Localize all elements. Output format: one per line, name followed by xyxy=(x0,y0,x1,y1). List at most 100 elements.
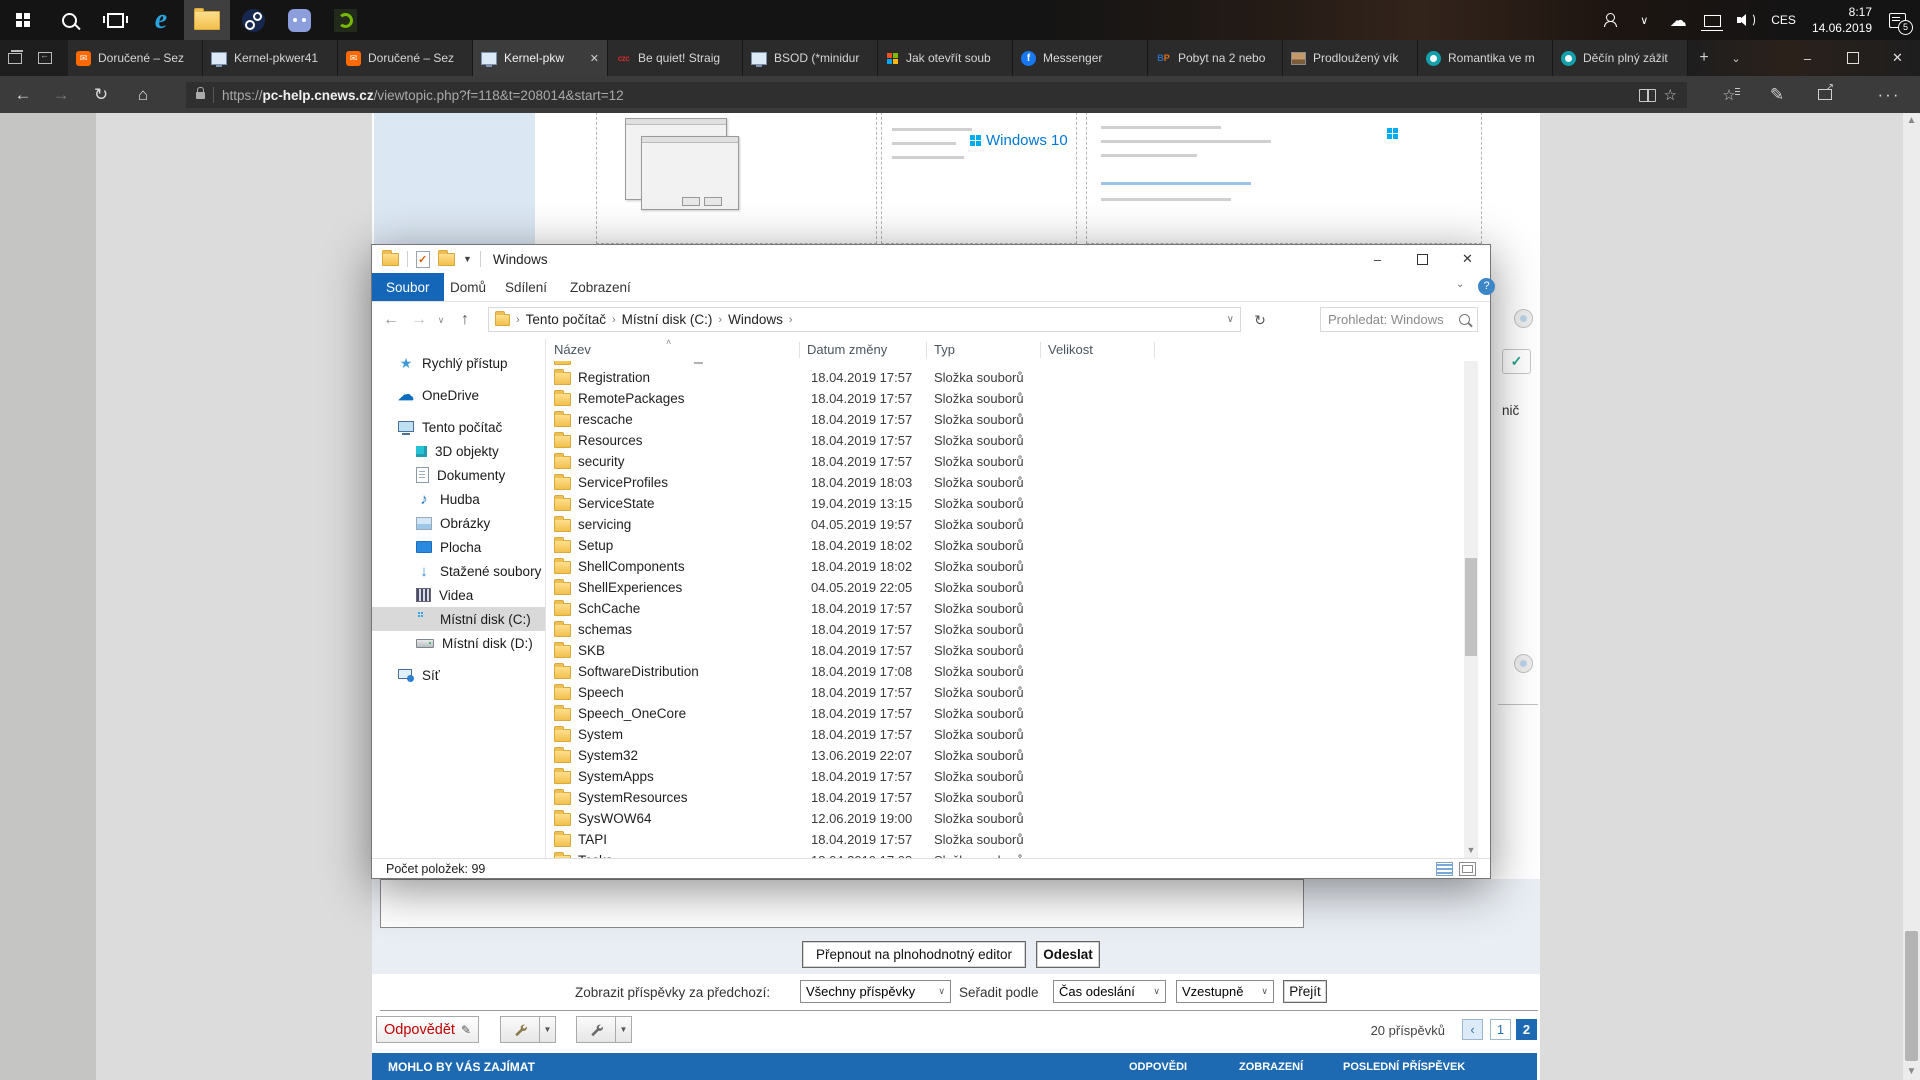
post-screenshot-thumbnail[interactable]: Windows 10 xyxy=(881,107,1077,244)
scroll-down-icon[interactable]: ▼ xyxy=(1903,1064,1920,1080)
sidebar-item-rychl-p-stup[interactable]: Rychlý přístup xyxy=(372,351,545,375)
switch-editor-button[interactable]: Přepnout na plnohodnotný editor xyxy=(802,941,1026,968)
browser-tab[interactable]: Doručené – Sez xyxy=(68,40,203,76)
sort-select[interactable]: Čas odeslání∨ xyxy=(1053,980,1166,1003)
file-row[interactable]: ServiceProfiles18.04.2019 18:03Složka so… xyxy=(546,473,1446,494)
refresh-button[interactable]: ↻ xyxy=(1248,302,1272,338)
column-date[interactable]: Datum změny xyxy=(807,342,887,357)
nav-forward-button[interactable]: → xyxy=(406,302,432,338)
tab-soubor[interactable]: Soubor xyxy=(372,273,444,301)
column-name[interactable]: Název xyxy=(554,342,591,357)
sidebar-item-m-stn-disk-c-[interactable]: Místní disk (C:) xyxy=(372,607,545,631)
breadcrumb-disk-c[interactable]: Místní disk (C:) xyxy=(622,312,713,327)
submit-button[interactable]: Odeslat xyxy=(1036,941,1100,968)
maximize-button[interactable] xyxy=(1400,245,1445,273)
network-tray-button[interactable] xyxy=(1703,11,1721,29)
explorer-search-input[interactable]: Prohledat: Windows xyxy=(1320,307,1478,332)
forward-button[interactable]: → xyxy=(44,76,78,113)
tab-list-chevron-button[interactable]: ⌄ xyxy=(1720,40,1752,76)
tab-close-icon[interactable]: ✕ xyxy=(590,52,599,65)
browser-tab[interactable]: Messenger xyxy=(1013,40,1148,76)
details-view-icon[interactable] xyxy=(1436,862,1453,876)
close-button[interactable]: ✕ xyxy=(1445,245,1490,273)
file-row[interactable]: TAPI18.04.2019 17:57Složka souborů xyxy=(546,830,1446,851)
pagination-page-1[interactable]: 1 xyxy=(1490,1019,1511,1040)
tab-sdileni[interactable]: Sdílení xyxy=(491,273,561,301)
favorites-hub-button[interactable]: ☆ xyxy=(1712,76,1746,113)
column-type[interactable]: Typ xyxy=(934,342,955,357)
nav-back-button[interactable]: ← xyxy=(378,302,404,338)
sidebar-item-sta-en-soubory[interactable]: Stažené soubory xyxy=(372,559,545,583)
customize-qat-chevron-icon[interactable]: ▼ xyxy=(463,254,472,264)
file-row[interactable]: Resources18.04.2019 17:57Složka souborů xyxy=(546,431,1446,452)
clock[interactable]: 8:1714.06.2019 xyxy=(1812,4,1872,36)
dropdown-arrow-icon[interactable]: ▼ xyxy=(540,1016,556,1043)
scroll-down-icon[interactable]: ▼ xyxy=(1464,843,1478,858)
address-bar[interactable]: https://pc-help.cnews.cz/viewtopic.php?f… xyxy=(186,82,1687,108)
explorer-title-bar[interactable]: ▼ Windows – ✕ xyxy=(372,245,1490,273)
maximize-button[interactable] xyxy=(1830,40,1875,76)
browser-tab[interactable]: Jak otevřít soub xyxy=(878,40,1013,76)
keyboard-language-button[interactable]: CES xyxy=(1771,13,1796,27)
help-icon[interactable]: ? xyxy=(1478,278,1495,295)
volume-tray-button[interactable] xyxy=(1737,11,1755,29)
breadcrumb[interactable]: › Tento počítač › Místní disk (C:) › Win… xyxy=(488,307,1241,332)
sidebar-item-s-[interactable]: Síť xyxy=(372,663,545,687)
order-select[interactable]: Vzestupně∨ xyxy=(1176,980,1274,1003)
breadcrumb-windows[interactable]: Windows xyxy=(728,312,783,327)
annotate-button[interactable]: ✎ xyxy=(1760,76,1794,113)
recent-locations-chevron-icon[interactable]: ∨ xyxy=(432,302,450,338)
taskbar-nvidia-button[interactable] xyxy=(322,0,368,40)
new-folder-icon[interactable] xyxy=(438,253,455,266)
new-tab-button[interactable]: + xyxy=(1688,40,1720,76)
task-view-button[interactable] xyxy=(92,0,138,40)
post-badge-icon[interactable] xyxy=(1514,309,1533,328)
tab-preview-button[interactable] xyxy=(0,40,30,76)
file-row[interactable]: Registration18.04.2019 17:57Složka soubo… xyxy=(546,368,1446,389)
sidebar-item-m-stn-disk-d-[interactable]: Místní disk (D:) xyxy=(372,631,545,655)
minimize-button[interactable]: – xyxy=(1355,245,1400,273)
properties-icon[interactable] xyxy=(416,251,430,268)
file-row[interactable]: System18.04.2019 17:57Složka souborů xyxy=(546,725,1446,746)
file-row[interactable]: RemotePackages18.04.2019 17:57Složka sou… xyxy=(546,389,1446,410)
settings-more-button[interactable]: ··· xyxy=(1872,76,1906,113)
file-row[interactable]: servicing04.05.2019 19:57Složka souborů xyxy=(546,515,1446,536)
dropdown-arrow-icon[interactable]: ▼ xyxy=(616,1016,632,1043)
file-row[interactable]: ShellComponents18.04.2019 18:02Složka so… xyxy=(546,557,1446,578)
thumbnail-view-icon[interactable] xyxy=(1459,862,1476,876)
explorer-scrollbar[interactable]: ▲ ▼ xyxy=(1464,339,1478,858)
file-row[interactable]: System3213.06.2019 22:07Složka souborů xyxy=(546,746,1446,767)
taskbar-explorer-button[interactable] xyxy=(184,0,230,40)
scroll-up-icon[interactable]: ▲ xyxy=(1903,113,1920,129)
browser-tab[interactable]: Prodloužený vík xyxy=(1283,40,1418,76)
browser-tab[interactable]: Kernel-pkwer41 xyxy=(203,40,338,76)
refresh-button[interactable]: ↻ xyxy=(84,76,118,113)
post-screenshot-thumbnail[interactable] xyxy=(1086,107,1482,244)
sidebar-item-3d-objekty[interactable]: 3D objekty xyxy=(372,439,545,463)
pagination-prev-button[interactable]: ‹ xyxy=(1462,1019,1483,1040)
share-button[interactable] xyxy=(1808,76,1842,113)
post-badge-icon[interactable] xyxy=(1514,654,1533,673)
browser-tab[interactable]: Kernel-pkw✕ xyxy=(473,40,608,76)
taskbar-discord-button[interactable] xyxy=(276,0,322,40)
sidebar-item-tento-po-ta-[interactable]: Tento počítač xyxy=(372,415,545,439)
action-center-button[interactable]: 5 xyxy=(1888,11,1906,29)
file-row-partial[interactable]: Tasks18.04.2019 17:08Složka souborů xyxy=(546,851,1446,858)
browser-tab[interactable]: Be quiet! Straig xyxy=(608,40,743,76)
browser-tab[interactable]: Pobyt na 2 nebo xyxy=(1148,40,1283,76)
page-scrollbar[interactable]: ▲ ▼ xyxy=(1903,113,1920,1080)
sidebar-item-hudba[interactable]: Hudba xyxy=(372,487,545,511)
taskbar-edge-button[interactable]: e xyxy=(138,0,184,40)
nav-up-button[interactable]: ↑ xyxy=(452,302,478,338)
file-row[interactable]: rescache18.04.2019 17:57Složka souborů xyxy=(546,410,1446,431)
reply-button[interactable]: Odpovědět✎ xyxy=(376,1016,479,1043)
reply-textarea[interactable] xyxy=(380,879,1304,928)
minimize-button[interactable]: – xyxy=(1785,40,1830,76)
taskbar-search-button[interactable] xyxy=(46,0,92,40)
scrollbar-thumb[interactable] xyxy=(1905,931,1918,1061)
post-tools-button[interactable]: ▼ xyxy=(576,1016,632,1043)
add-favorite-star-icon[interactable]: ☆ xyxy=(1664,86,1677,104)
file-row[interactable]: SysWOW6412.06.2019 19:00Složka souborů xyxy=(546,809,1446,830)
back-button[interactable]: ← xyxy=(6,76,40,113)
browser-tab[interactable]: Doručené – Sez xyxy=(338,40,473,76)
